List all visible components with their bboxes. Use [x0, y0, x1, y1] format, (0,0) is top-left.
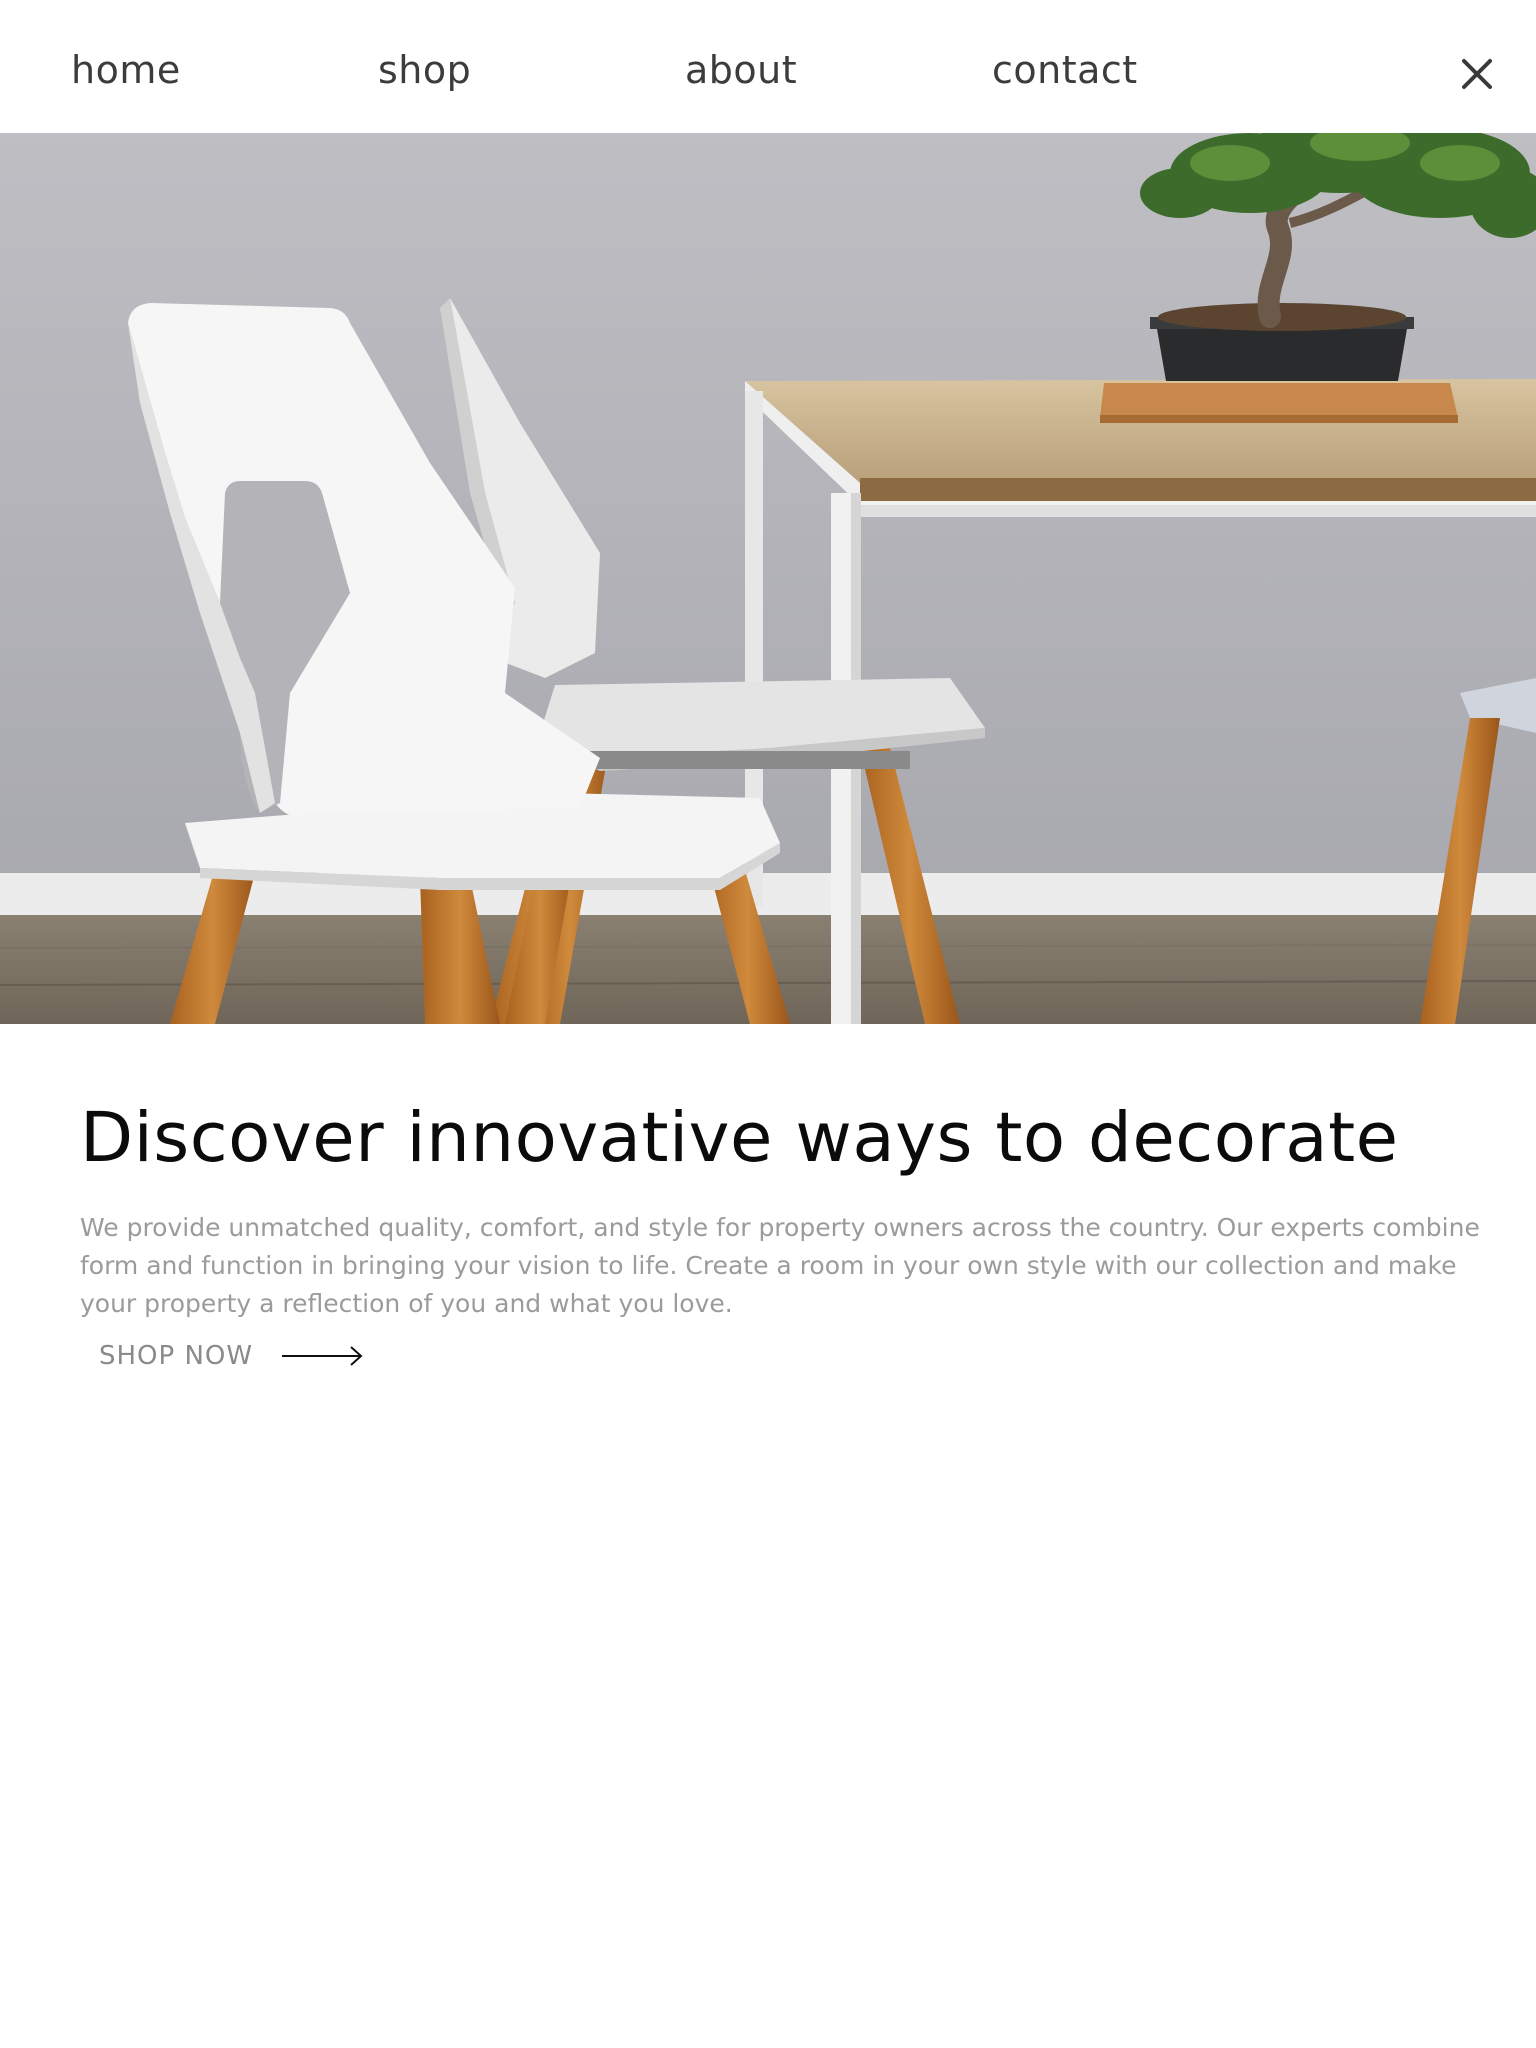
hero-image	[0, 133, 1536, 1024]
nav-item-home[interactable]: home	[71, 46, 181, 94]
headline: Discover innovative ways to decorate	[80, 1098, 1399, 1178]
top-navigation: home shop about contact	[0, 0, 1536, 133]
hero-illustration	[0, 133, 1536, 1024]
description: We provide unmatched quality, comfort, a…	[80, 1213, 1480, 1318]
page: home shop about contact Discover innovat…	[0, 0, 1536, 2048]
nav-item-about[interactable]: about	[685, 46, 797, 94]
close-menu-button[interactable]	[1455, 52, 1499, 96]
arrow-right-icon	[282, 1346, 363, 1366]
close-icon	[1462, 59, 1492, 89]
nav-item-contact[interactable]: contact	[992, 46, 1138, 94]
shop-now-label: SHOP NOW	[99, 1341, 254, 1371]
nav-item-shop[interactable]: shop	[378, 46, 471, 94]
shop-now-link[interactable]: SHOP NOW	[99, 1340, 365, 1372]
